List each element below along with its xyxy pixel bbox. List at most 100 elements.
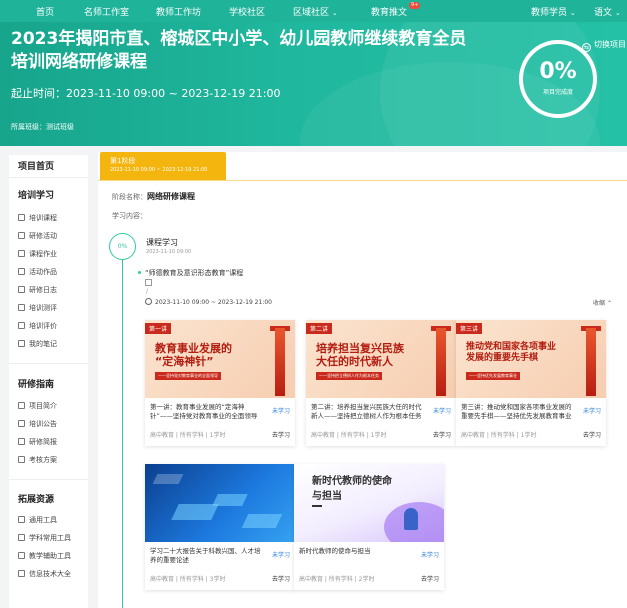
sidebar-item-my-notes[interactable]: 我的笔记 — [18, 339, 57, 349]
sidebar-item-subject-tools[interactable]: 学科常用工具 — [18, 533, 71, 543]
user-name: 教师学员 — [531, 8, 568, 18]
sidebar-divider — [9, 479, 88, 480]
collapse-label: 收缩 — [593, 300, 606, 307]
course-card[interactable]: 新时代教师的使命 与担当 新时代教师的使命与担当 未学习 高中教育 | 所有学科… — [294, 464, 444, 590]
sidebar-item-label: 活动作品 — [29, 268, 57, 276]
sidebar-item-it-encyclopedia[interactable]: 信息技术大全 — [18, 569, 71, 579]
course-thumbnail: 第一讲 教育事业发展的 “定海神针” ——坚持党对教育事业的全面领导 — [145, 320, 295, 398]
thumbnail-title: 推动党和国家各项事业 发展的重要先手棋 — [466, 342, 557, 363]
sidebar-section-title: 研修指南 — [18, 380, 55, 390]
sidebar-item-label: 培训课程 — [29, 214, 57, 222]
sidebar-item-announcements[interactable]: 培训公告 — [18, 419, 57, 429]
course-card[interactable]: 学习二十大报告关于科教兴国、人才培养的重要论述 未学习 高中教育 | 所有学科 … — [145, 464, 295, 590]
lecture-tag: 第一讲 — [145, 323, 172, 334]
stage-name-value: 网络研修课程 — [147, 192, 195, 201]
course-name: 新时代教师的使命与担当 — [299, 547, 371, 555]
sidebar-item-label: 考核方案 — [29, 456, 57, 464]
sidebar-item-label: 培训测评 — [29, 304, 57, 312]
sidebar-item-label: 研修日志 — [29, 286, 57, 294]
nav-item-master-studio[interactable]: 名师工作室 — [84, 5, 129, 18]
node-title: 课程学习 — [146, 238, 178, 247]
sidebar-item-project-home[interactable]: 项目首页 — [18, 159, 54, 172]
course-card[interactable]: 第三讲 推动党和国家各项事业 发展的重要先手棋 ——坚持优先发展教育事业 第三讲… — [456, 320, 606, 446]
sidebar-item-label: 培训公告 — [29, 420, 57, 428]
course-class: 所属班级：测试班级 — [11, 123, 74, 131]
sidebar-item-label: 通用工具 — [29, 516, 57, 524]
user-menu[interactable]: 教师学员 ⌄ — [531, 5, 576, 18]
start-learning-button[interactable]: 去学习 — [272, 430, 290, 439]
sidebar-item-label: 研修活动 — [29, 232, 57, 240]
tool-icon — [18, 552, 25, 559]
nav-item-edu-posts[interactable]: 教育推文 9+ — [371, 2, 421, 18]
sidebar-item-general-tools[interactable]: 通用工具 — [18, 515, 57, 525]
start-learning-button[interactable]: 去学习 — [583, 430, 601, 439]
language-select[interactable]: 语文 ⌄ — [594, 5, 621, 18]
nav-item-edu-posts-label: 教育推文 — [371, 8, 408, 18]
nav-item-region-label: 区域社区 — [293, 8, 330, 18]
edit-icon[interactable] — [145, 279, 152, 286]
sidebar-item-homework[interactable]: 课程作业 — [18, 249, 57, 259]
course-period: 起止时间：2023-11-10 09:00 ~ 2023-12-19 21:00 — [11, 87, 281, 100]
sidebar-divider — [9, 177, 88, 178]
study-content-label: 学习内容： — [112, 212, 147, 220]
sidebar-item-training-evaluation[interactable]: 培训评价 — [18, 321, 57, 331]
nav-item-teacher-workshop[interactable]: 教师工作坊 — [156, 5, 201, 18]
chevron-up-icon: ⌃ — [606, 300, 612, 307]
course-meta: 高中教育 | 所有学科 | 1学时 — [150, 432, 226, 439]
course-meta: 高中教育 | 所有学科 | 1学时 — [311, 432, 387, 439]
sidebar-section-title: 培训学习 — [18, 191, 55, 201]
course-meta: 高中教育 | 所有学科 | 3学时 — [150, 576, 226, 583]
sidebar-item-activity-works[interactable]: 活动作品 — [18, 267, 57, 277]
switch-project-button[interactable]: ⇆ 切换项目 — [582, 39, 626, 52]
nav-item-region-community[interactable]: 区域社区 ⌄ — [293, 5, 338, 18]
start-learning-button[interactable]: 去学习 — [433, 430, 451, 439]
top-nav: 首页 名师工作室 教师工作坊 学校社区 区域社区 ⌄ 教育推文 9+ 教师学员 … — [0, 0, 627, 22]
sidebar-item-label: 信息技术大全 — [29, 570, 71, 578]
language-label: 语文 — [594, 8, 613, 18]
course-card[interactable]: 第一讲 教育事业发展的 “定海神针” ——坚持党对教育事业的全面领导 第一讲：教… — [145, 320, 295, 446]
pillar-decoration — [586, 328, 596, 396]
course-thumbnail: 新时代教师的使命 与担当 — [294, 464, 444, 542]
sidebar-item-training-courses[interactable]: 培训课程 — [18, 213, 57, 223]
progress-label: 项目完成度 — [542, 89, 573, 96]
progress-ring: 0% 项目完成度 — [519, 40, 597, 118]
collapse-button[interactable]: 收缩 ⌃ — [593, 298, 612, 307]
nav-item-home[interactable]: 首页 — [36, 5, 54, 18]
sidebar-item-label: 我的笔记 — [29, 340, 57, 348]
sidebar-item-project-intro[interactable]: 项目简介 — [18, 401, 57, 411]
document-icon — [18, 214, 25, 221]
stage-name: 阶段名称：网络研修课程 — [112, 191, 195, 202]
course-card[interactable]: 第二讲 培养担当复兴民族 大任的时代新人 ——坚持把立德树人作为根本任务 第二讲… — [306, 320, 456, 446]
lecture-tag: 第二讲 — [306, 323, 333, 334]
sidebar-divider — [9, 363, 88, 364]
sidebar-item-research-log[interactable]: 研修日志 — [18, 285, 57, 295]
chevron-down-icon: ⌄ — [331, 9, 338, 17]
stage-name-label: 阶段名称： — [112, 193, 147, 201]
subtask-range-text: 2023-11-10 09:00 ~ 2023-12-19 21:00 — [155, 299, 272, 306]
pillar-decoration — [275, 328, 285, 396]
thumbnail-subtitle: ——坚持把立德树人作为根本任务 — [316, 372, 382, 380]
subtask-range: 2023-11-10 09:00 ~ 2023-12-19 21:00 — [145, 298, 272, 306]
node-date: 2023-11-10 09:00 — [146, 249, 192, 255]
course-thumbnail: 第二讲 培养担当复兴民族 大任的时代新人 ——坚持把立德树人作为根本任务 — [306, 320, 456, 398]
sidebar-item-research-briefs[interactable]: 研修简报 — [18, 437, 57, 447]
tool-icon — [18, 516, 25, 523]
start-learning-button[interactable]: 去学习 — [421, 574, 439, 583]
isometric-block — [152, 474, 184, 484]
sidebar-item-research-activities[interactable]: 研修活动 — [18, 231, 57, 241]
sidebar-item-training-test[interactable]: 培训测评 — [18, 303, 57, 313]
clock-icon — [145, 298, 152, 305]
sidebar-item-label: 研修简报 — [29, 438, 57, 446]
title-underline — [312, 505, 322, 507]
stage-tab-title: 第1阶段 — [110, 157, 136, 165]
stage-tab[interactable]: 第1阶段 2023-11-10 09:00 ~ 2023-12-19 21:00 — [100, 152, 226, 180]
nav-item-school-community[interactable]: 学校社区 — [229, 5, 265, 18]
tool-icon — [18, 534, 25, 541]
sidebar-item-assessment-plan[interactable]: 考核方案 — [18, 455, 57, 465]
course-thumbnail: 第三讲 推动党和国家各项事业 发展的重要先手棋 ——坚持优先发展教育事业 — [456, 320, 606, 398]
status-badge: 未学习 — [420, 552, 439, 559]
progress-percent: 0% — [539, 59, 577, 84]
sidebar-item-teaching-tools[interactable]: 教学辅助工具 — [18, 551, 71, 561]
note-icon — [18, 340, 25, 347]
start-learning-button[interactable]: 去学习 — [272, 574, 290, 583]
